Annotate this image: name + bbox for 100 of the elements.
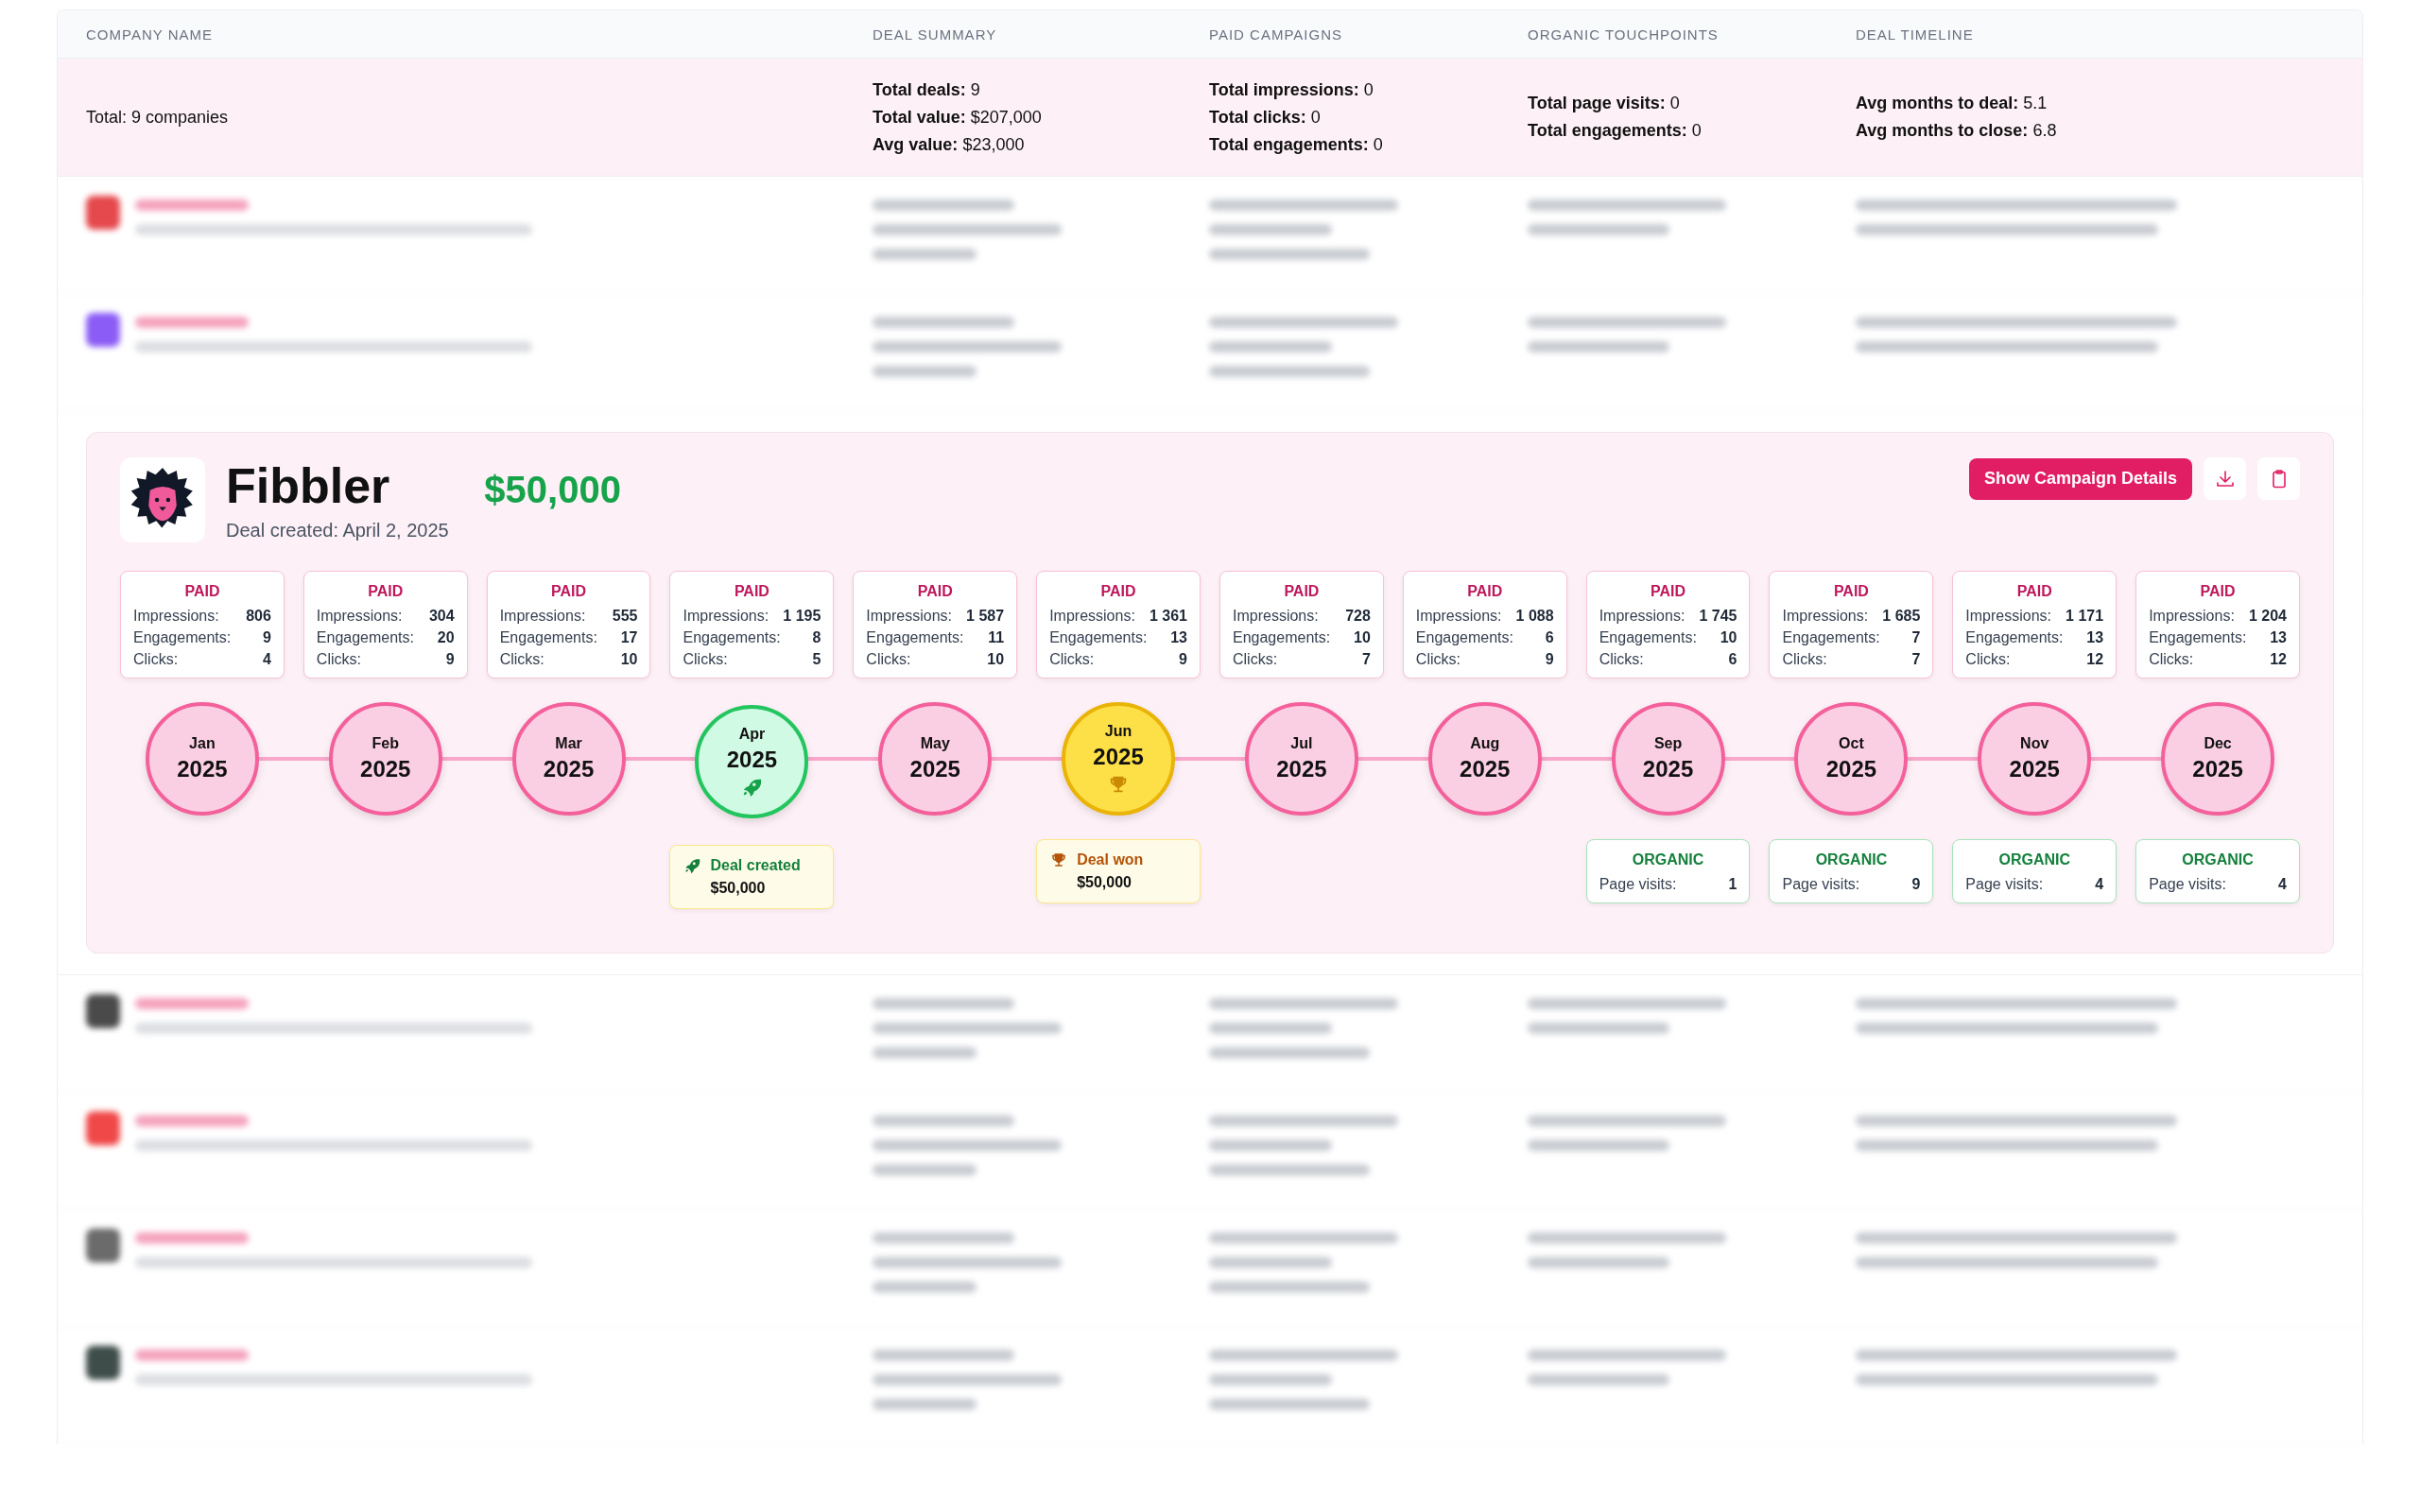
metric-value: 17 <box>620 629 638 646</box>
metric-value: 5 <box>812 651 821 668</box>
metric-label: Clicks: <box>1049 651 1095 668</box>
metric-value: 1 361 <box>1149 608 1187 625</box>
metric-label: Engagements: <box>316 629 414 646</box>
metric-value: 10 <box>1354 629 1371 646</box>
metric-label: Impressions: <box>1782 608 1869 625</box>
metric-label: Clicks: <box>866 651 911 668</box>
metric-value: 555 <box>612 608 638 625</box>
card-label: ORGANIC <box>1631 851 1705 868</box>
metric-label: Clicks: <box>1965 651 2011 668</box>
metric-value: 12 <box>2270 651 2287 668</box>
rocket-icon <box>683 857 701 874</box>
clipboard-button[interactable] <box>2257 457 2300 500</box>
metric-label: Engagements: <box>1415 629 1513 646</box>
year-label: 2025 <box>726 747 778 773</box>
column-header: ORGANIC TOUCHPOINTS <box>1528 26 1720 43</box>
metric-value: 10 <box>620 651 638 668</box>
card-label: PAID <box>2199 583 2237 600</box>
metric-label: Impressions: <box>316 608 403 625</box>
year-label: 2025 <box>1093 744 1144 770</box>
rocket-icon <box>741 777 763 798</box>
card-label: PAID <box>550 583 588 600</box>
metric-value: 1 685 <box>1882 608 1921 625</box>
summary-line: Avg months to close: 6.8 <box>1856 121 2058 141</box>
metric-label: Clicks: <box>1599 651 1644 668</box>
month-label: Jun <box>1104 723 1132 740</box>
metric-value: 9 <box>445 651 455 668</box>
month-label: Apr <box>738 726 766 743</box>
metric-value: 1 088 <box>1515 608 1554 625</box>
metric-label: Impressions: <box>1049 608 1135 625</box>
metric-label: Clicks: <box>2149 651 2194 668</box>
year-label: 2025 <box>1825 756 1877 782</box>
card-label: PAID <box>183 583 221 600</box>
lion-logo-icon <box>120 457 205 542</box>
metric-label: Page visits: <box>1965 876 2044 893</box>
metric-label: Impressions: <box>683 608 769 625</box>
company-name: Fibbler <box>226 457 390 514</box>
metric-value: 1 <box>1728 876 1737 893</box>
year-label: 2025 <box>2192 756 2243 782</box>
metric-value: 1 204 <box>2248 608 2287 625</box>
card-label: ORGANIC <box>2181 851 2255 868</box>
metric-label: Page visits: <box>2149 876 2226 893</box>
metric-label: Engagements: <box>1599 629 1697 646</box>
metric-value: 20 <box>437 629 455 646</box>
metric-label: Engagements: <box>1049 629 1148 646</box>
metric-label: Clicks: <box>1415 651 1461 668</box>
metric-value: 13 <box>2086 629 2104 646</box>
metric-label: Impressions: <box>1599 608 1685 625</box>
card-label: PAID <box>733 583 770 600</box>
metric-label: Impressions: <box>1233 608 1319 625</box>
metric-value: 6 <box>1545 629 1554 646</box>
column-header: DEAL SUMMARY <box>873 26 998 43</box>
column-header: PAID CAMPAIGNS <box>1209 26 1343 43</box>
metric-value: 9 <box>262 629 271 646</box>
metric-value: 9 <box>1179 651 1187 668</box>
download-button[interactable] <box>2204 457 2246 500</box>
summary-line: Total engagements: 0 <box>1209 134 1384 155</box>
month-label: Aug <box>1470 735 1500 752</box>
event-amount: $50,000 <box>1076 874 1132 891</box>
deal-value: $50,000 <box>484 469 621 511</box>
show-campaign-details-button[interactable]: Show Campaign Details <box>1968 457 2192 500</box>
year-label: 2025 <box>543 756 595 782</box>
metric-label: Engagements: <box>683 629 781 646</box>
metric-label: Impressions: <box>133 608 219 625</box>
metric-value: 13 <box>1170 629 1187 646</box>
metric-label: Page visits: <box>1782 876 1860 893</box>
metric-label: Clicks: <box>316 651 361 668</box>
card-label: PAID <box>1283 583 1321 600</box>
event-label: Deal won <box>1077 851 1144 868</box>
metric-label: Engagements: <box>133 629 232 646</box>
metric-label: Engagements: <box>1965 629 2064 646</box>
year-label: 2025 <box>2009 756 2060 782</box>
metric-value: 1 587 <box>966 608 1005 625</box>
metric-value: 4 <box>2278 876 2287 893</box>
metric-label: Clicks: <box>1782 651 1827 668</box>
column-header: DEAL TIMELINE <box>1856 26 1975 43</box>
metric-value: 7 <box>1361 651 1371 668</box>
metric-label: Impressions: <box>1415 608 1502 625</box>
card-label: PAID <box>1099 583 1137 600</box>
month-label: Nov <box>2020 735 2049 752</box>
metric-label: Clicks: <box>683 651 728 668</box>
year-label: 2025 <box>360 756 411 782</box>
metric-label: Page visits: <box>1599 876 1677 893</box>
month-label: Feb <box>372 735 399 752</box>
metric-label: Engagements: <box>866 629 964 646</box>
metric-label: Engagements: <box>499 629 597 646</box>
metric-value: 1 195 <box>783 608 821 625</box>
metric-value: 4 <box>262 651 271 668</box>
column-header: COMPANY NAME <box>86 26 214 43</box>
metric-value: 8 <box>812 629 821 646</box>
metric-value: 1 745 <box>1699 608 1737 625</box>
metric-value: 728 <box>1345 608 1371 625</box>
metric-value: 6 <box>1728 651 1737 668</box>
metric-value: 9 <box>1545 651 1554 668</box>
metric-label: Impressions: <box>499 608 586 625</box>
summary-line: Total deals: 9 <box>873 79 981 100</box>
deal-created-date: Deal created: April 2, 2025 <box>226 520 450 541</box>
metric-label: Impressions: <box>866 608 953 625</box>
trophy-icon <box>1050 851 1068 868</box>
